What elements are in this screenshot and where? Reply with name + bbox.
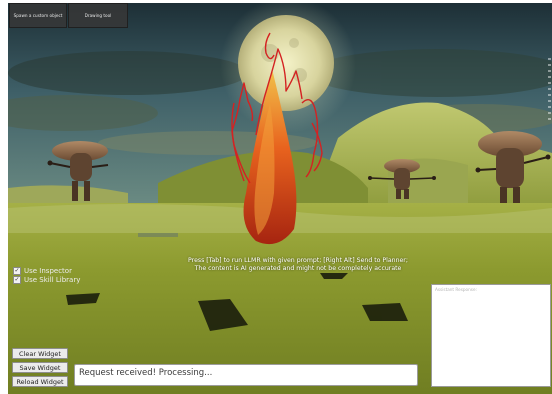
use-inspector-label: Use Inspector bbox=[24, 267, 72, 275]
save-widget-button[interactable]: Save Widget bbox=[12, 362, 68, 373]
reload-widget-button[interactable]: Reload Widget bbox=[12, 376, 68, 387]
spawn-object-button[interactable]: Spawn a custom object bbox=[9, 3, 67, 28]
use-skill-library-label: Use Skill Library bbox=[24, 276, 81, 284]
assistant-response-placeholder: Assistant Response: bbox=[435, 287, 477, 292]
moon bbox=[238, 15, 334, 111]
prompt-hint-line2: The content is AI generated and might no… bbox=[194, 265, 402, 272]
use-skill-library-toggle[interactable]: ✓ Use Skill Library bbox=[13, 276, 80, 284]
game-viewport[interactable]: Spawn a custom object Drawing tool Press… bbox=[8, 3, 552, 394]
prompt-hint-line1: Press [Tab] to run LLMR with given promp… bbox=[188, 257, 408, 264]
checkbox-checked-icon[interactable]: ✓ bbox=[13, 267, 21, 275]
checkbox-checked-icon[interactable]: ✓ bbox=[13, 276, 21, 284]
prompt-hint: Press [Tab] to run LLMR with given promp… bbox=[158, 257, 438, 273]
use-inspector-toggle[interactable]: ✓ Use Inspector bbox=[13, 267, 72, 275]
edge-indicator bbox=[548, 58, 552, 138]
prompt-input[interactable]: Request received! Processing... bbox=[74, 364, 418, 386]
assistant-response-panel: Assistant Response: bbox=[431, 284, 551, 387]
drawing-tool-button[interactable]: Drawing tool bbox=[68, 3, 128, 28]
clear-widget-button[interactable]: Clear Widget bbox=[12, 348, 68, 359]
